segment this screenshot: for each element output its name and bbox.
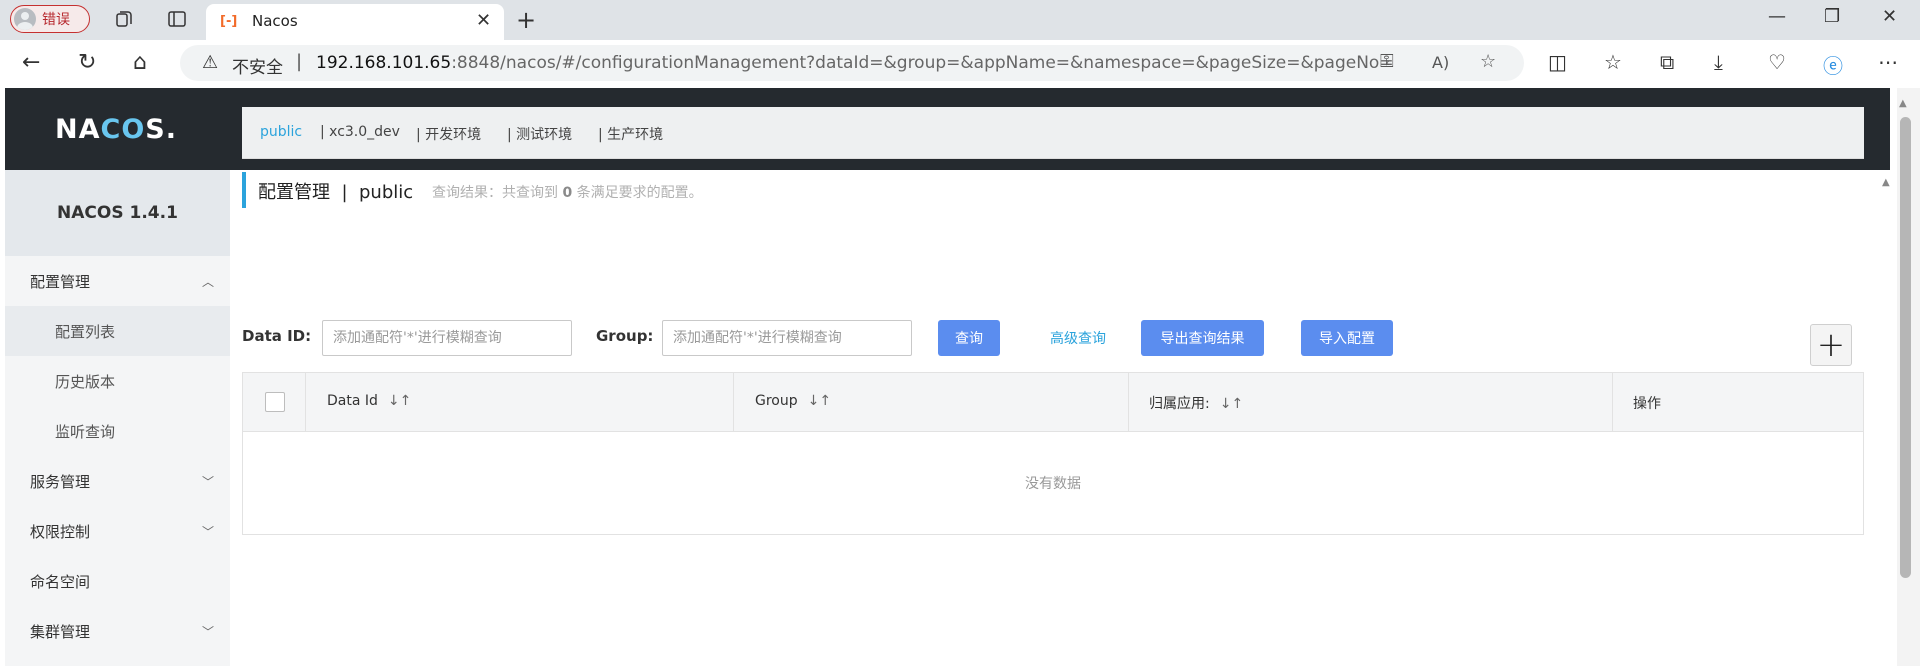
namespace-public[interactable]: public <box>260 124 302 140</box>
select-all-checkbox[interactable] <box>265 392 285 412</box>
sidebar-item-listener-query[interactable]: 监听查询 <box>5 406 230 456</box>
sidebar-item-cluster-management[interactable]: 集群管理 ﹀ <box>5 606 230 656</box>
sidebar-item-label: 权限控制 <box>30 522 91 541</box>
scrollbar-thumb[interactable] <box>1900 117 1911 578</box>
tab-actions-icon[interactable] <box>167 9 187 29</box>
group-label: Group: <box>596 327 654 345</box>
sidebar-item-config-list[interactable]: 配置列表 <box>5 306 230 356</box>
column-header-dataid[interactable]: Data Id ↓↑ <box>327 393 411 409</box>
read-aloud-icon[interactable]: A) <box>1432 53 1449 72</box>
column-divider <box>1128 373 1129 431</box>
sidebar-item-history[interactable]: 历史版本 <box>5 356 230 406</box>
download-icon[interactable]: ⤓ <box>1714 50 1723 74</box>
favorites-icon[interactable]: ☆ <box>1604 50 1622 74</box>
avatar-icon <box>14 8 36 30</box>
url-path: :8848/nacos/#/configurationManagement?da… <box>451 53 1394 73</box>
sidebar-item-access-control[interactable]: 权限控制 ﹀ <box>5 506 230 556</box>
back-icon[interactable]: ← <box>22 50 40 75</box>
dataid-input[interactable] <box>322 320 572 356</box>
query-button[interactable]: 查询 <box>938 320 1000 356</box>
query-result-info: 查询结果：共查询到 0 条满足要求的配置。 <box>432 185 703 201</box>
url-host: 192.168.101.65 <box>316 53 452 73</box>
sidebar-item-service-management[interactable]: 服务管理 ﹀ <box>5 456 230 506</box>
sidebar-item-config-management[interactable]: 配置管理 ︿ <box>5 256 230 306</box>
workspaces-icon[interactable] <box>114 9 134 29</box>
sort-icon[interactable]: ↓↑ <box>388 393 411 409</box>
restore-icon[interactable]: ❐ <box>1824 6 1840 27</box>
chevron-up-icon: ︿ <box>201 274 214 289</box>
browser-tab-bar: 错误 [-] Nacos ✕ + — ❐ ✕ <box>0 0 1920 40</box>
nacos-logo[interactable]: NACOS. <box>55 114 177 145</box>
scroll-up-icon[interactable]: ▲ <box>1882 177 1890 188</box>
edge-icon[interactable]: ⓔ <box>1823 50 1843 79</box>
sidebar-item-namespace[interactable]: 命名空间 <box>5 556 230 606</box>
url-text[interactable]: 192.168.101.65:8848/nacos/#/configuratio… <box>316 53 1394 73</box>
home-icon[interactable]: ⌂ <box>133 50 147 75</box>
more-icon[interactable]: ⋯ <box>1878 50 1898 74</box>
sidebar-item-label: 历史版本 <box>55 372 116 391</box>
namespace-dev[interactable]: | 开发环境 <box>416 124 481 144</box>
sidebar-item-label: 配置管理 <box>30 272 91 291</box>
sort-icon[interactable]: ↓↑ <box>808 393 831 409</box>
split-screen-icon[interactable]: ◫ <box>1548 50 1567 74</box>
profile-status-label: 错误 <box>42 12 70 28</box>
config-table: Data Id ↓↑ Group ↓↑ 归属应用: ↓↑ 操作 没有数据 <box>242 372 1864 535</box>
address-separator: | <box>296 51 303 72</box>
column-divider <box>733 373 734 431</box>
page-title: 配置管理 | public <box>258 182 414 203</box>
sidebar-item-label: 监听查询 <box>55 422 116 441</box>
dataid-label: Data ID: <box>242 327 312 345</box>
address-toolbar: ← ↻ ⌂ ⚠ 不安全 | 192.168.101.65:8848/nacos/… <box>0 40 1920 89</box>
import-button[interactable]: 导入配置 <box>1301 320 1393 356</box>
warning-icon[interactable]: ⚠ <box>202 52 218 73</box>
advanced-query-link[interactable]: 高级查询 <box>1050 328 1106 348</box>
chevron-down-icon: ﹀ <box>201 624 214 639</box>
collections-icon[interactable]: ⧉ <box>1660 50 1674 74</box>
sidebar-item-label: 集群管理 <box>30 622 91 641</box>
scroll-up-icon[interactable]: ▲ <box>1899 98 1907 109</box>
nacos-favicon-icon: [-] <box>220 14 238 29</box>
sidebar-item-label: 服务管理 <box>30 472 91 491</box>
column-divider <box>305 373 306 431</box>
close-tab-icon[interactable]: ✕ <box>476 10 491 31</box>
version-label: NACOS 1.4.1 <box>5 170 230 256</box>
profile-button[interactable]: 错误 <box>10 5 90 33</box>
star-icon[interactable]: ☆ <box>1480 51 1496 72</box>
empty-state-text: 没有数据 <box>1025 476 1081 492</box>
refresh-icon[interactable]: ↻ <box>78 50 96 75</box>
sort-icon[interactable]: ↓↑ <box>1220 396 1243 412</box>
title-accent <box>242 172 246 208</box>
namespace-test[interactable]: | 测试环境 <box>507 124 572 144</box>
column-divider <box>1612 373 1613 431</box>
chevron-down-icon: ﹀ <box>201 524 214 539</box>
tab-title: Nacos <box>252 12 298 30</box>
tab-nacos[interactable]: [-] Nacos ✕ <box>206 4 504 40</box>
namespace-bar: public | xc3.0_dev | 开发环境 | 测试环境 | 生产环境 <box>242 107 1864 159</box>
namespace-xc3-dev[interactable]: | xc3.0_dev <box>320 124 400 140</box>
column-header-group[interactable]: Group ↓↑ <box>755 393 831 409</box>
health-icon[interactable]: ♡ <box>1768 50 1786 74</box>
chevron-down-icon: ﹀ <box>201 474 214 489</box>
address-bar[interactable]: ⚠ 不安全 | 192.168.101.65:8848/nacos/#/conf… <box>180 45 1524 81</box>
add-config-button[interactable]: + <box>1810 324 1852 366</box>
key-icon[interactable]: ⚿ <box>1380 51 1394 72</box>
export-button[interactable]: 导出查询结果 <box>1141 320 1264 356</box>
table-header: Data Id ↓↑ Group ↓↑ 归属应用: ↓↑ 操作 <box>243 373 1863 432</box>
column-header-actions: 操作 <box>1633 396 1661 412</box>
page-title-bar: 配置管理 | public 查询结果：共查询到 0 条满足要求的配置。 <box>242 170 1864 210</box>
minimize-icon[interactable]: — <box>1768 6 1786 27</box>
group-input[interactable] <box>662 320 912 356</box>
sidebar-item-label: 配置列表 <box>55 322 116 341</box>
sidebar-item-label: 命名空间 <box>30 572 91 591</box>
new-tab-icon[interactable]: + <box>516 6 536 34</box>
namespace-prod[interactable]: | 生产环境 <box>598 124 663 144</box>
sidebar: NACOS 1.4.1 配置管理 ︿ 配置列表 历史版本 监听查询 服务管理 ﹀… <box>5 170 230 666</box>
column-header-app[interactable]: 归属应用: ↓↑ <box>1149 393 1243 413</box>
security-label[interactable]: 不安全 <box>232 53 283 78</box>
close-window-icon[interactable]: ✕ <box>1882 6 1897 27</box>
